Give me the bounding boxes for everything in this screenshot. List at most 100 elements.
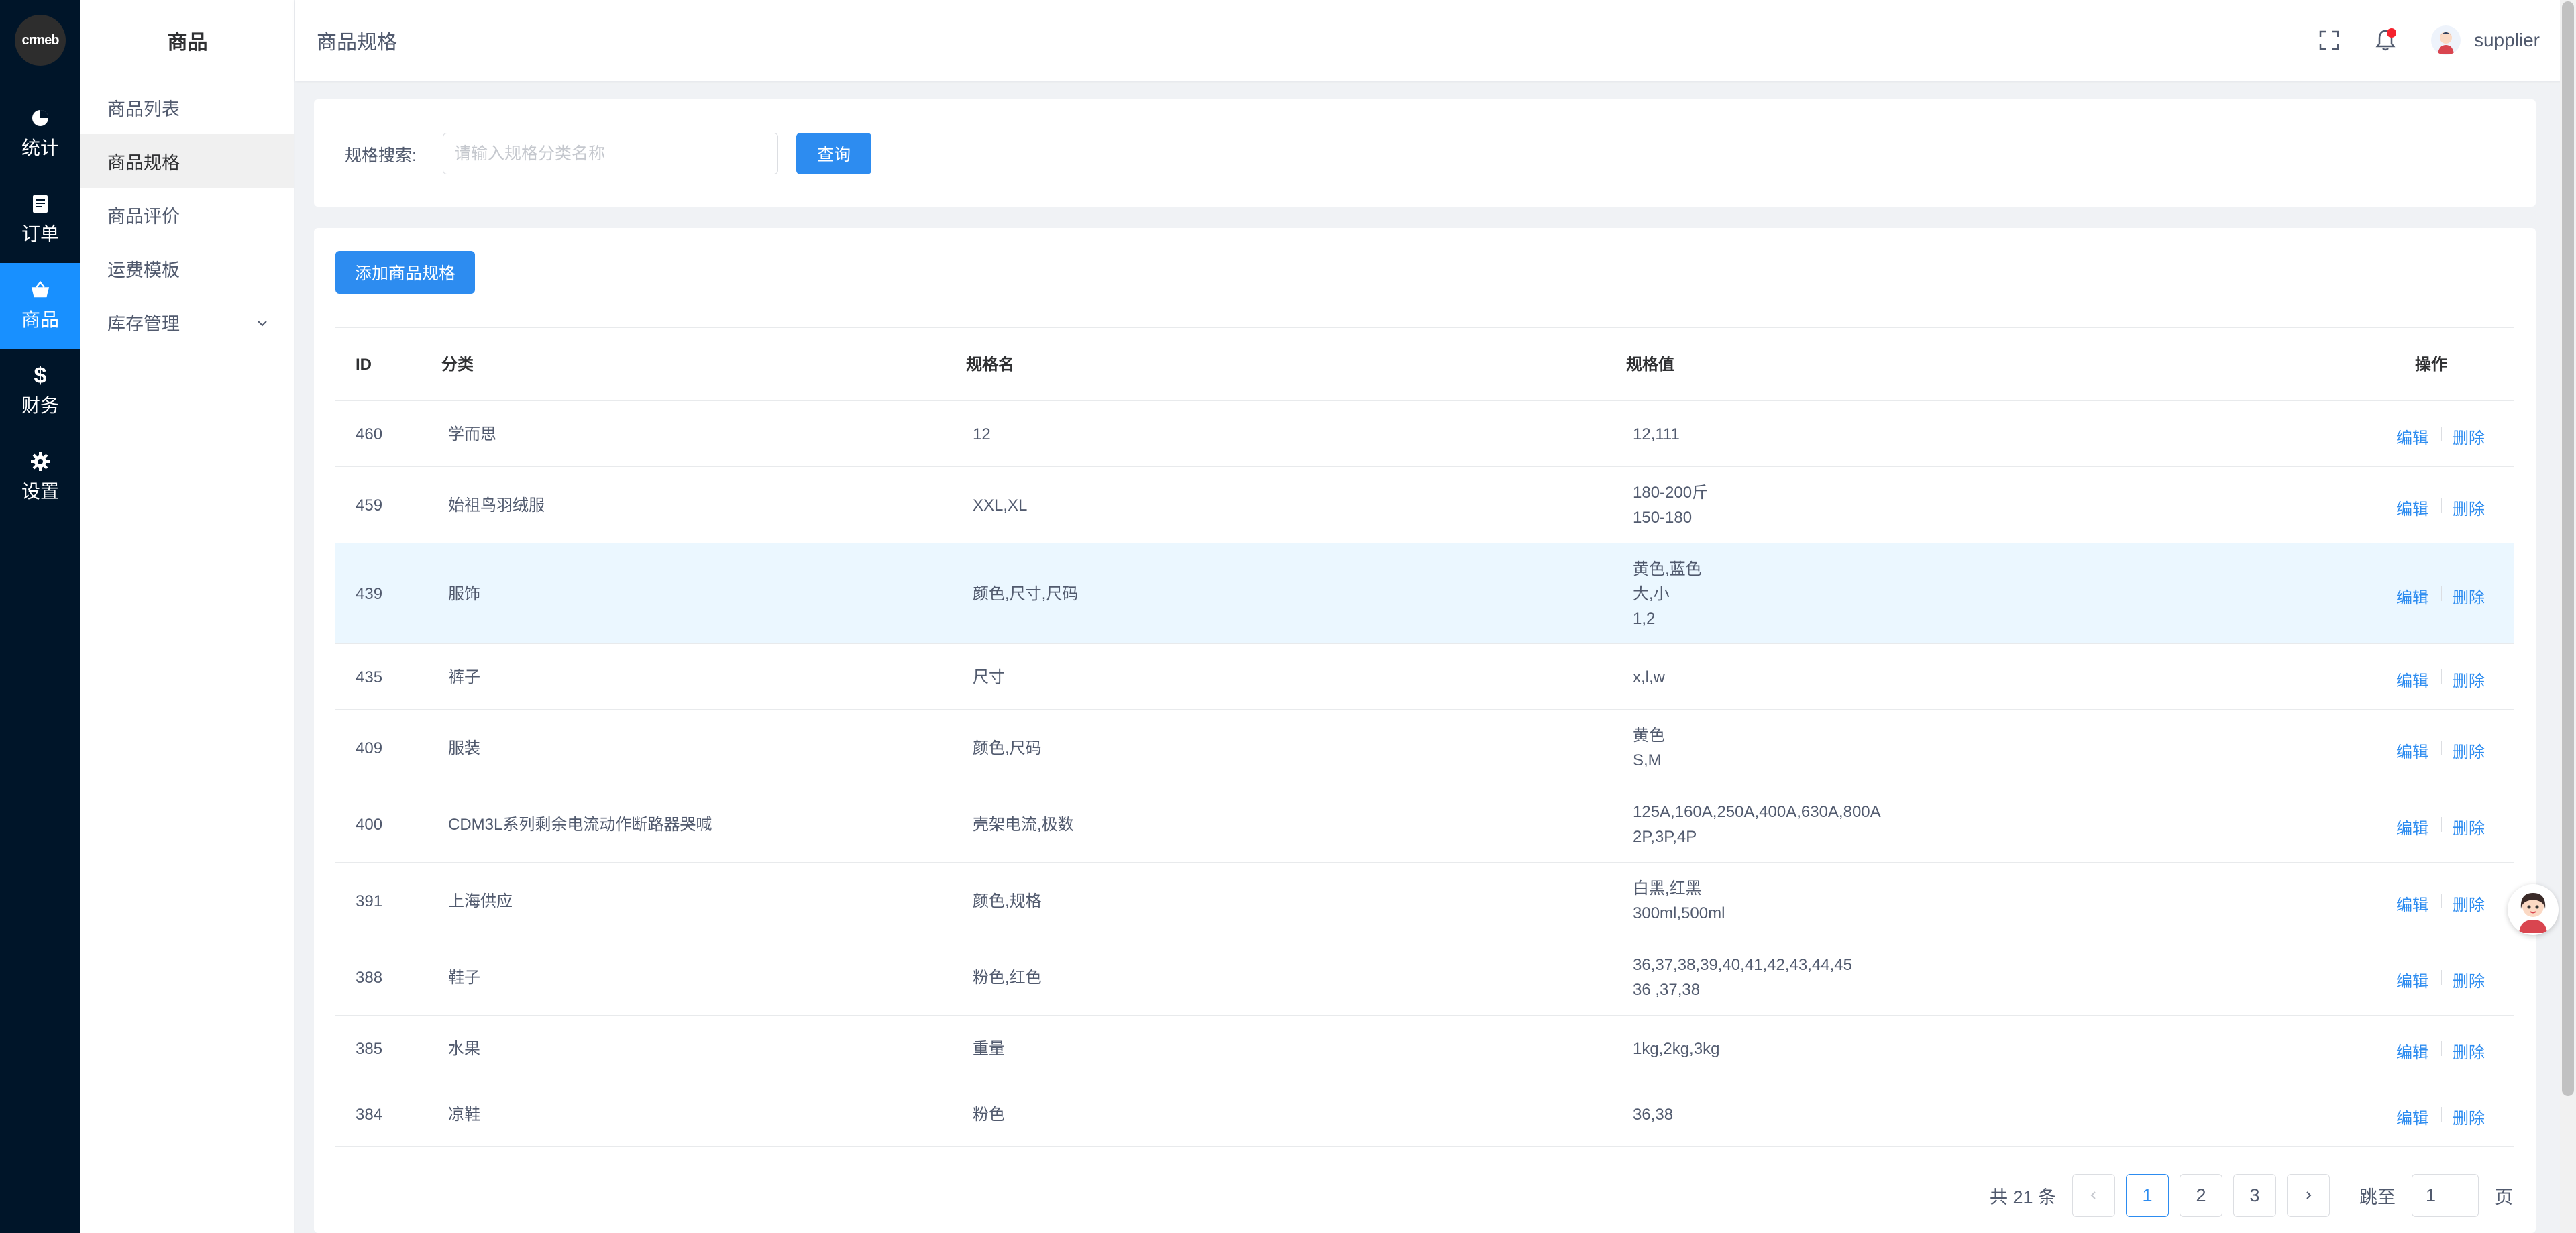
edit-link[interactable]: 编辑 xyxy=(2396,968,2428,991)
delete-link[interactable]: 删除 xyxy=(2453,496,2485,519)
cell-category: 服饰 xyxy=(448,585,480,603)
chevron-left-icon[interactable] xyxy=(2072,1174,2116,1217)
op-separator xyxy=(2441,498,2442,513)
rail-item-finance[interactable]: $ 财务 xyxy=(0,349,80,435)
cell-category: CDM3L系列剩余电流动作断路器哭喊 xyxy=(448,816,712,834)
col-header-name: 规格名 xyxy=(966,356,1014,374)
delete-link[interactable]: 删除 xyxy=(2453,584,2485,608)
table-row: 439 服饰 颜色,尺寸,尺码 黄色,蓝色 大,小 1,2 编辑 删除 xyxy=(335,543,2514,644)
edit-link[interactable]: 编辑 xyxy=(2396,1105,2428,1128)
cell-spec-name: 粉色,红色 xyxy=(973,969,1042,987)
edit-link[interactable]: 编辑 xyxy=(2396,496,2428,519)
chevron-right-icon[interactable] xyxy=(2287,1174,2330,1217)
cell-spec-name: 颜色,规格 xyxy=(973,892,1042,910)
cell-id: 391 xyxy=(356,892,383,910)
cell-spec-name: XXL,XL xyxy=(973,496,1028,515)
cell-spec-value: 180-200斤 xyxy=(1633,484,1709,502)
avatar[interactable] xyxy=(2430,25,2461,55)
vertical-scrollbar[interactable] xyxy=(2560,0,2576,1233)
page-title: 商品规格 xyxy=(317,32,397,54)
rail-item-orders[interactable]: 订单 xyxy=(0,177,80,263)
scrollbar-thumb[interactable] xyxy=(2562,1,2574,1096)
table-row: 388 鞋子 粉色,红色 36,37,38,39,40,41,42,43,44,45 3… xyxy=(335,939,2514,1016)
pie-chart-icon xyxy=(30,108,50,128)
delete-link[interactable]: 删除 xyxy=(2453,968,2485,991)
bell-icon[interactable] xyxy=(2372,27,2399,54)
cell-id: 435 xyxy=(356,668,383,686)
cell-spec-value: 12,111 xyxy=(1633,425,1680,443)
assistant-avatar-button[interactable] xyxy=(2508,884,2559,935)
cell-category: 水果 xyxy=(448,1040,480,1058)
jump-page-input[interactable] xyxy=(2412,1174,2479,1217)
cell-spec-name: 12 xyxy=(973,425,991,443)
chevron-down-icon xyxy=(256,314,269,335)
add-spec-button[interactable]: 添加商品规格 xyxy=(335,251,475,294)
cell-category: 始祖鸟羽绒服 xyxy=(448,496,545,515)
submenu-item-shipping-template[interactable]: 运费模板 xyxy=(80,242,294,295)
page-button-1[interactable]: 1 xyxy=(2126,1174,2169,1217)
cell-spec-value: 36,37,38,39,40,41,42,43,44,45 xyxy=(1633,956,1852,974)
page-button-3[interactable]: 3 xyxy=(2233,1174,2277,1217)
table-row: 385 水果 重量 1kg,2kg,3kg 编辑 删除 xyxy=(335,1016,2514,1081)
gear-icon xyxy=(30,451,50,472)
col-header-category: 分类 xyxy=(441,356,474,374)
delete-link[interactable]: 删除 xyxy=(2453,667,2485,691)
delete-link[interactable]: 删除 xyxy=(2453,425,2485,448)
cell-category: 凉鞋 xyxy=(448,1106,480,1124)
submenu-title: 商品 xyxy=(167,32,208,54)
delete-link[interactable]: 删除 xyxy=(2453,1105,2485,1128)
cell-id: 459 xyxy=(356,496,383,515)
op-separator xyxy=(2441,817,2442,832)
col-header-value: 规格值 xyxy=(1626,356,1674,374)
fullscreen-icon[interactable] xyxy=(2316,27,2343,54)
edit-link[interactable]: 编辑 xyxy=(2396,584,2428,608)
edit-link[interactable]: 编辑 xyxy=(2396,892,2428,915)
search-button[interactable]: 查询 xyxy=(796,133,871,174)
cell-spec-value: S,M xyxy=(1633,751,1662,769)
edit-link[interactable]: 编辑 xyxy=(2396,425,2428,448)
submenu-item-label: 商品评价 xyxy=(107,206,180,227)
table-row: 384 凉鞋 粉色 36,38 编辑 删除 xyxy=(335,1081,2514,1147)
table-header: ID 分类 规格名 规格值 操作 xyxy=(335,327,2514,401)
table-row: 459 始祖鸟羽绒服 XXL,XL 180-200斤 150-180 编辑 删除 xyxy=(335,467,2514,543)
cell-category: 学而思 xyxy=(448,425,496,443)
cell-spec-name: 颜色,尺码 xyxy=(973,739,1042,757)
cell-spec-value: 300ml,500ml xyxy=(1633,904,1725,922)
cell-id: 439 xyxy=(356,585,383,603)
submenu-item-inventory[interactable]: 库存管理 xyxy=(80,295,294,349)
cell-spec-value: 36,38 xyxy=(1633,1105,1674,1124)
cell-spec-value: 125A,160A,250A,400A,630A,800A xyxy=(1633,803,1881,821)
rail-item-label: 设置 xyxy=(21,481,59,502)
cell-spec-value: 1kg,2kg,3kg xyxy=(1633,1039,1720,1058)
op-separator xyxy=(2441,586,2442,601)
op-separator xyxy=(2441,1107,2442,1122)
submenu-item-product-spec[interactable]: 商品规格 xyxy=(80,134,294,188)
cell-category: 服装 xyxy=(448,739,480,757)
edit-link[interactable]: 编辑 xyxy=(2396,815,2428,839)
submenu-item-label: 运费模板 xyxy=(107,260,180,280)
edit-link[interactable]: 编辑 xyxy=(2396,667,2428,691)
cell-id: 384 xyxy=(356,1106,383,1124)
delete-link[interactable]: 删除 xyxy=(2453,815,2485,839)
notification-dot xyxy=(2386,28,2396,38)
edit-link[interactable]: 编辑 xyxy=(2396,739,2428,762)
submenu-item-label: 商品列表 xyxy=(107,99,180,119)
username[interactable]: supplier xyxy=(2474,30,2540,51)
delete-link[interactable]: 删除 xyxy=(2453,1039,2485,1063)
cell-spec-value: 1,2 xyxy=(1633,609,1656,628)
table-row: 409 服装 颜色,尺码 黄色 S,M 编辑 删除 xyxy=(335,710,2514,786)
search-input[interactable] xyxy=(443,133,778,174)
submenu-item-product-reviews[interactable]: 商品评价 xyxy=(80,188,294,242)
rail-item-stats[interactable]: 统计 xyxy=(0,91,80,177)
rail-item-settings[interactable]: 设置 xyxy=(0,435,80,521)
submenu-item-product-list[interactable]: 商品列表 xyxy=(80,81,294,134)
delete-link[interactable]: 删除 xyxy=(2453,892,2485,915)
delete-link[interactable]: 删除 xyxy=(2453,739,2485,762)
edit-link[interactable]: 编辑 xyxy=(2396,1039,2428,1063)
rail-item-products[interactable]: 商品 xyxy=(0,263,80,349)
page-button-2[interactable]: 2 xyxy=(2180,1174,2223,1217)
op-separator xyxy=(2441,970,2442,985)
cell-spec-name: 重量 xyxy=(973,1040,1005,1058)
op-separator xyxy=(2441,427,2442,441)
submenu-item-label: 商品规格 xyxy=(107,152,180,173)
